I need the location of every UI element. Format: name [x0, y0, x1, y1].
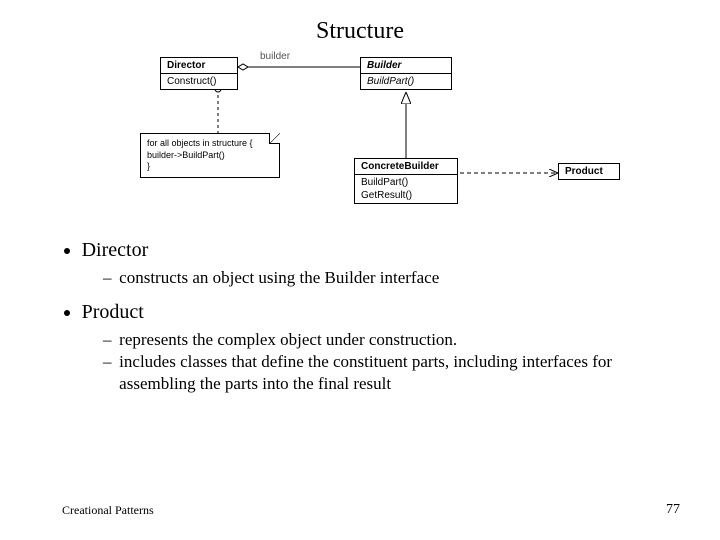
uml-diagram: builder Director Construct() Builder Bui…: [110, 53, 670, 233]
bullet-content: Director constructs an object using the …: [0, 237, 720, 395]
slide-title: Structure: [0, 0, 720, 53]
page-number: 77: [666, 502, 680, 518]
subbullet: represents the complex object under cons…: [116, 329, 660, 351]
subbullet: includes classes that define the constit…: [116, 351, 660, 395]
note-line: builder->BuildPart(): [147, 150, 273, 162]
uml-class-builder: Builder BuildPart(): [360, 57, 452, 90]
note-line: }: [147, 161, 273, 173]
assoc-label-builder: builder: [260, 51, 290, 62]
note-line: for all objects in structure {: [147, 138, 273, 150]
class-name: ConcreteBuilder: [355, 159, 457, 174]
subbullet: constructs an object using the Builder i…: [116, 267, 660, 289]
uml-class-director: Director Construct(): [160, 57, 238, 90]
uml-class-product: Product: [558, 163, 620, 180]
bullet-label: Product: [82, 301, 144, 323]
bullet-director: Director constructs an object using the …: [82, 237, 660, 289]
class-op: BuildPart(): [355, 174, 457, 190]
bullet-product: Product represents the complex object un…: [82, 299, 660, 395]
footer-left: Creational Patterns: [62, 503, 154, 518]
class-op: Construct(): [161, 73, 237, 89]
class-name: Builder: [361, 58, 451, 73]
class-op: BuildPart(): [361, 73, 451, 89]
class-name: Director: [161, 58, 237, 73]
uml-class-concrete-builder: ConcreteBuilder BuildPart() GetResult(): [354, 158, 458, 204]
bullet-label: Director: [82, 239, 149, 261]
class-name: Product: [559, 164, 619, 179]
class-op: GetResult(): [355, 190, 457, 203]
uml-note: for all objects in structure { builder->…: [140, 133, 280, 178]
